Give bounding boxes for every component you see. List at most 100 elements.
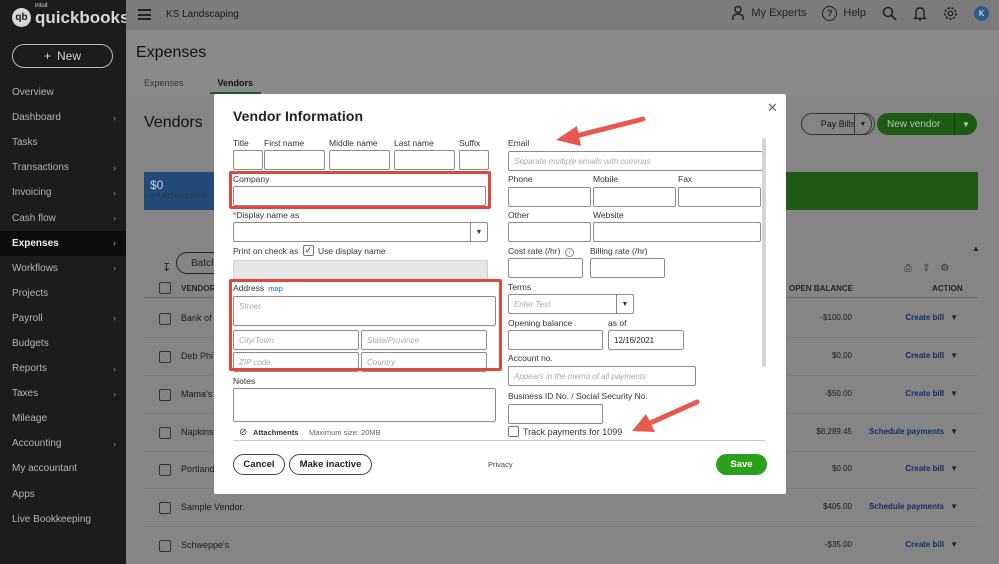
table-row[interactable]: Schweppe's -$35.00 Create bill ▼ <box>144 527 978 564</box>
quickbooks-logo[interactable]: qb quickbooks intuit <box>12 3 129 27</box>
cost-rate-input[interactable] <box>508 258 583 278</box>
table-row[interactable]: Sample Vendor $405.00 Schedule payments ▼ <box>144 489 978 527</box>
sidebar-item-taxes[interactable]: Taxes › <box>0 381 126 406</box>
first-name-input[interactable] <box>264 150 325 170</box>
website-input[interactable] <box>593 222 761 242</box>
row-action-label[interactable]: Create bill <box>905 351 944 360</box>
terms-dropdown-icon[interactable]: ▼ <box>616 295 633 313</box>
my-experts-button[interactable]: My Experts <box>731 5 806 21</box>
row-action-label[interactable]: Schedule payments <box>869 427 944 436</box>
row-action-dropdown-icon[interactable]: ▼ <box>950 464 958 473</box>
row-action-dropdown-icon[interactable]: ▼ <box>950 427 958 436</box>
vendor-name[interactable]: Portland <box>181 464 215 474</box>
col-open-balance[interactable]: OPEN BALANCE <box>789 284 853 293</box>
row-checkbox[interactable] <box>159 351 171 363</box>
row-action[interactable]: Create bill ▼ <box>905 313 958 322</box>
hamburger-menu-icon[interactable] <box>138 9 151 20</box>
table-settings-icon[interactable]: ⚙ <box>940 263 949 274</box>
row-action-dropdown-icon[interactable]: ▼ <box>950 540 958 549</box>
user-avatar[interactable]: K <box>974 5 989 21</box>
row-action[interactable]: Schedule payments ▼ <box>869 502 958 511</box>
col-vendor[interactable]: VENDOR <box>181 284 215 293</box>
make-inactive-button[interactable]: Make inactive <box>289 454 372 475</box>
display-name-select[interactable]: ▼ <box>233 222 488 242</box>
opening-balance-input[interactable] <box>508 330 603 350</box>
track-1099-checkbox[interactable] <box>508 426 519 437</box>
row-action[interactable]: Create bill ▼ <box>905 464 958 473</box>
terms-select[interactable]: Enter Text ▼ <box>508 294 634 314</box>
row-action-label[interactable]: Create bill <box>905 389 944 398</box>
row-checkbox[interactable] <box>159 464 171 476</box>
vendor-name[interactable]: Bank of <box>181 313 212 323</box>
tab-expenses[interactable]: Expenses <box>136 78 192 94</box>
sidebar-item-budgets[interactable]: Budgets <box>0 331 126 356</box>
row-checkbox[interactable] <box>159 502 171 514</box>
purchase-orders-tile[interactable]: $0 0 PURCHASE ORDE <box>144 172 219 210</box>
row-checkbox[interactable] <box>159 427 171 439</box>
sidebar-item-apps[interactable]: Apps <box>0 482 126 507</box>
vendor-name[interactable]: Mama's <box>181 389 212 399</box>
row-checkbox[interactable] <box>159 540 171 552</box>
help-button[interactable]: ? Help <box>822 5 866 21</box>
notifications-bell-icon[interactable] <box>913 6 927 21</box>
vendor-name[interactable]: Sample Vendor <box>181 502 243 512</box>
sidebar-item-tasks[interactable]: Tasks <box>0 130 126 155</box>
row-action-dropdown-icon[interactable]: ▼ <box>950 351 958 360</box>
row-action-label[interactable]: Schedule payments <box>869 502 944 511</box>
last-name-input[interactable] <box>394 150 455 170</box>
notes-textarea[interactable] <box>233 388 496 422</box>
sidebar-item-workflows[interactable]: Workflows › <box>0 256 126 281</box>
sidebar-item-invoicing[interactable]: Invoicing › <box>0 180 126 205</box>
sidebar-item-accounting[interactable]: Accounting › <box>0 431 126 456</box>
new-vendor-dropdown-icon[interactable]: ▼ <box>954 113 977 135</box>
new-button[interactable]: + New <box>12 44 113 68</box>
title-input[interactable] <box>233 150 263 170</box>
sidebar-item-my-accountant[interactable]: My accountant <box>0 456 126 481</box>
info-icon[interactable]: i <box>564 248 574 257</box>
row-action-label[interactable]: Create bill <box>905 540 944 549</box>
select-all-checkbox[interactable] <box>159 282 171 294</box>
phone-input[interactable] <box>508 187 591 207</box>
row-action-dropdown-icon[interactable]: ▼ <box>950 389 958 398</box>
print-check-input[interactable] <box>233 260 488 280</box>
print-icon[interactable]: ⎙ <box>904 263 912 274</box>
billing-rate-input[interactable] <box>590 258 665 278</box>
row-action-dropdown-icon[interactable]: ▼ <box>950 502 958 511</box>
use-display-name-checkbox[interactable]: ✓ <box>303 245 314 256</box>
sort-icon[interactable]: ↧ <box>162 261 171 274</box>
sidebar-item-cash-flow[interactable]: Cash flow › <box>0 205 126 230</box>
cancel-button[interactable]: Cancel <box>233 454 285 475</box>
sidebar-item-expenses[interactable]: Expenses › <box>0 230 126 256</box>
middle-name-input[interactable] <box>329 150 390 170</box>
vendor-name[interactable]: Schweppe's <box>181 540 229 550</box>
email-input[interactable]: Separate multiple emails with commas <box>508 151 763 171</box>
account-no-input[interactable]: Appears in the memo of all payments <box>508 366 696 386</box>
fax-input[interactable] <box>678 187 761 207</box>
sidebar-item-overview[interactable]: Overview <box>0 80 126 105</box>
sidebar-item-dashboard[interactable]: Dashboard › <box>0 105 126 130</box>
suffix-input[interactable] <box>459 150 489 170</box>
sidebar-item-mileage[interactable]: Mileage <box>0 406 126 431</box>
export-icon[interactable]: ⇪ <box>922 263 930 274</box>
paperclip-icon[interactable]: ⊘ <box>239 427 247 438</box>
row-action[interactable]: Create bill ▼ <box>905 351 958 360</box>
vendor-name[interactable]: Napkins <box>181 427 214 437</box>
sidebar-item-payroll[interactable]: Payroll › <box>0 306 126 331</box>
tab-vendors[interactable]: Vendors <box>209 78 262 94</box>
mobile-input[interactable] <box>593 187 676 207</box>
vendor-name[interactable]: Deb Phi <box>181 351 213 361</box>
row-action[interactable]: Schedule payments ▼ <box>869 427 958 436</box>
row-action[interactable]: Create bill ▼ <box>905 389 958 398</box>
save-button[interactable]: Save <box>716 454 767 475</box>
settings-gear-icon[interactable] <box>943 6 958 21</box>
search-icon[interactable] <box>882 6 897 21</box>
sidebar-item-reports[interactable]: Reports › <box>0 356 126 381</box>
row-action-label[interactable]: Create bill <box>905 313 944 322</box>
row-checkbox[interactable] <box>159 389 171 401</box>
dialog-scrollbar[interactable] <box>762 138 766 367</box>
as-of-date-input[interactable]: 12/16/2021 <box>608 330 684 350</box>
row-checkbox[interactable] <box>159 313 171 325</box>
row-action[interactable]: Create bill ▼ <box>905 540 958 549</box>
row-action-label[interactable]: Create bill <box>905 464 944 473</box>
row-action-dropdown-icon[interactable]: ▼ <box>950 313 958 322</box>
